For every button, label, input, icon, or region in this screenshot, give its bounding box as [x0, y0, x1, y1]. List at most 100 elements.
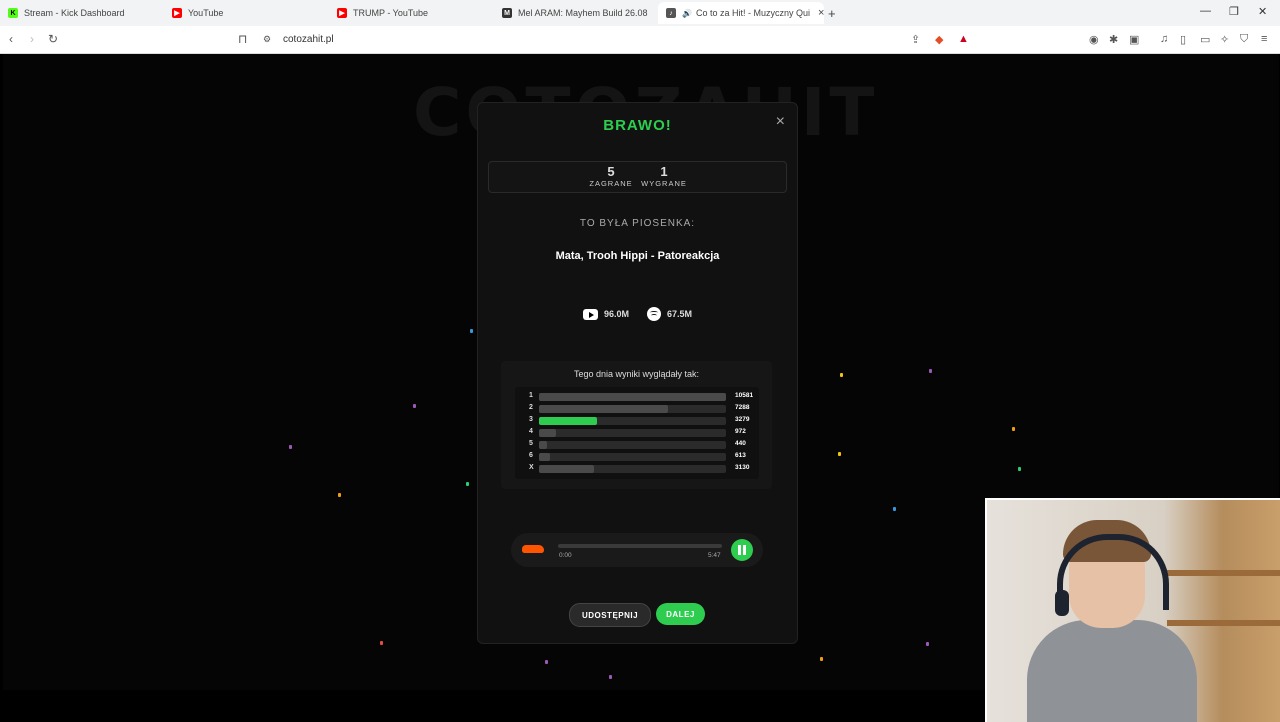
site-icon: ♪	[666, 8, 676, 18]
result-key: 1	[529, 392, 533, 399]
share-button[interactable]: UDOSTĘPNIJ	[569, 603, 651, 627]
daily-results: Tego dnia wyniki wyglądały tak: 1 10581 2 7…	[501, 361, 772, 489]
pause-button[interactable]	[731, 539, 753, 561]
forward-icon[interactable]: ›	[30, 32, 34, 46]
result-key: X	[529, 464, 534, 471]
progress-bar[interactable]	[558, 544, 722, 548]
leo-ai-icon[interactable]: ✧	[1220, 33, 1229, 46]
time-total: 5:47	[708, 552, 721, 559]
confetti-piece	[380, 641, 383, 645]
shield-icon[interactable]: ⛉	[1240, 33, 1248, 46]
result-value: 972	[735, 428, 746, 435]
tab-kick-dashboard[interactable]: K Stream - Kick Dashboard	[8, 2, 158, 24]
result-modal: × BRAWO! 5 ZAGRANE 1 WYGRANE TO BYŁA PIO…	[477, 102, 798, 644]
next-button[interactable]: DALEJ	[656, 603, 705, 625]
results-title: Tego dnia wyniki wyglądały tak:	[573, 369, 700, 379]
youtube-count[interactable]: 96.0M	[582, 307, 629, 321]
result-value: 440	[735, 440, 746, 447]
tab-bar: K Stream - Kick Dashboard ▶ YouTube ▶ TR…	[0, 0, 1280, 26]
tab-title: TRUMP - YouTube	[353, 8, 429, 18]
play-counts: 96.0M 67.5M	[478, 307, 797, 321]
result-row: 2 7288	[515, 403, 759, 413]
minimize-icon[interactable]: —	[1200, 5, 1211, 17]
result-row: 1 10581	[515, 391, 759, 401]
stat-played-value: 5	[607, 164, 615, 179]
youtube-icon: ▶	[337, 8, 347, 18]
spotify-icon	[647, 307, 661, 321]
extensions-icon[interactable]: ✱	[1109, 33, 1118, 46]
reload-icon[interactable]: ↻	[48, 32, 58, 46]
youtube-icon: ▶	[172, 8, 182, 18]
restore-icon[interactable]: ❐	[1229, 5, 1239, 18]
confetti-piece	[466, 482, 469, 486]
result-value: 10581	[735, 392, 754, 399]
result-bar	[539, 405, 668, 413]
brave-rewards-icon[interactable]: ▲	[958, 33, 969, 45]
back-icon[interactable]: ‹	[9, 32, 13, 46]
result-bar	[539, 453, 550, 461]
confetti-piece	[545, 660, 548, 664]
result-track	[539, 441, 726, 449]
confetti-piece	[893, 507, 896, 511]
result-track	[539, 417, 726, 425]
result-row: 6 613	[515, 451, 759, 461]
kick-icon: K	[8, 8, 18, 18]
soundcloud-icon[interactable]	[520, 542, 546, 556]
confetti-piece	[609, 675, 612, 679]
tab-trump-youtube[interactable]: ▶ TRUMP - YouTube	[337, 2, 487, 24]
media-icon[interactable]: ♫	[1160, 33, 1168, 45]
webcam-overlay	[985, 498, 1280, 722]
sidebar-icon[interactable]: ▯	[1180, 33, 1186, 46]
result-track	[539, 429, 726, 437]
bookmark-icon[interactable]: ⊓	[238, 32, 247, 46]
confetti-piece	[470, 329, 473, 333]
youtube-icon	[582, 308, 598, 320]
result-bar	[539, 393, 726, 401]
stat-won-label: WYGRANE	[641, 179, 687, 188]
stat-played-label: ZAGRANE	[589, 179, 633, 188]
share-icon[interactable]: ⇪	[911, 33, 920, 46]
vpn-icon[interactable]: ◉	[1089, 33, 1099, 46]
confetti-piece	[926, 642, 929, 646]
stat-won-value: 1	[660, 164, 668, 179]
result-key: 2	[529, 404, 533, 411]
brave-shield-icon[interactable]: ◆	[935, 33, 943, 46]
result-bar	[539, 465, 595, 473]
tab-title: Mel ARAM: Mayhem Build 26.08 - A	[518, 8, 648, 18]
speaker-icon: 🔊	[682, 8, 692, 18]
result-value: 3130	[735, 464, 750, 471]
site-settings-icon[interactable]: ⚙	[263, 34, 271, 45]
stat-won: 1 WYGRANE	[639, 164, 689, 188]
spotify-plays: 67.5M	[667, 309, 693, 319]
tab-aram-build[interactable]: M Mel ARAM: Mayhem Build 26.08 - A	[502, 2, 648, 24]
result-row: 4 972	[515, 427, 759, 437]
menu-icon[interactable]: ≡	[1261, 33, 1267, 45]
confetti-piece	[1012, 427, 1015, 431]
close-window-icon[interactable]: ✕	[1258, 5, 1267, 18]
confetti-piece	[413, 404, 416, 408]
result-value: 613	[735, 452, 746, 459]
stat-played: 5 ZAGRANE	[586, 164, 636, 188]
confetti-piece	[1018, 467, 1021, 471]
url-field[interactable]: cotozahit.pl	[283, 34, 334, 45]
result-bar	[539, 417, 597, 425]
result-bar	[539, 441, 547, 449]
confetti-piece	[838, 452, 841, 456]
close-tab-icon[interactable]: ×	[818, 7, 824, 19]
tab-cotozahit[interactable]: ♪ 🔊 Co to za Hit! - Muzyczny Qui ×	[658, 2, 824, 24]
spotify-count[interactable]: 67.5M	[647, 307, 692, 321]
confetti-piece	[338, 493, 341, 497]
soundcloud-player: 0:00 5:47	[511, 533, 763, 567]
tab-youtube[interactable]: ▶ YouTube	[172, 2, 322, 24]
result-track	[539, 453, 726, 461]
result-track	[539, 465, 726, 473]
address-bar: ‹ › ↻ ⊓ ⚙ cotozahit.pl ⇪ ◆ ▲ ◉ ✱ ▣ ♫ ▯ ▭…	[0, 26, 1280, 54]
bottom-border	[0, 690, 985, 720]
new-tab-button[interactable]: +	[828, 2, 836, 24]
screenshot-icon[interactable]: ▣	[1129, 33, 1139, 46]
result-key: 3	[529, 416, 533, 423]
song-title: Mata, Trooh Hippi - Patoreakcja	[555, 250, 720, 262]
wallet-icon[interactable]: ▭	[1200, 33, 1210, 46]
streamer-body	[1027, 620, 1197, 722]
result-row: X 3130	[515, 463, 759, 473]
